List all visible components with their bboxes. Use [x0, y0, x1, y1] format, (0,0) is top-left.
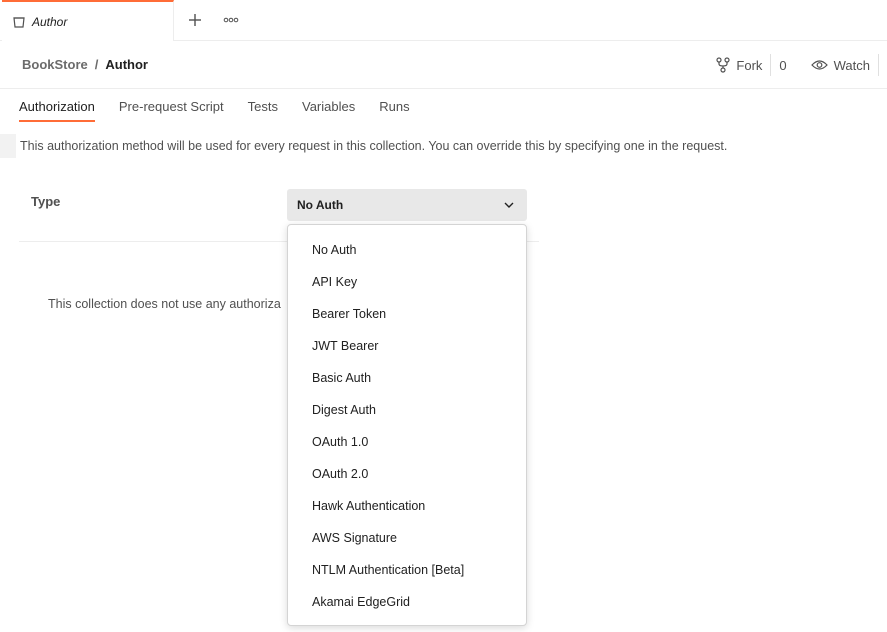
collection-icon [12, 15, 26, 29]
option-basic-auth[interactable]: Basic Auth [288, 362, 526, 394]
watch-label: Watch [833, 57, 870, 73]
option-oauth-1[interactable]: OAuth 1.0 [288, 426, 526, 458]
plus-icon [189, 14, 201, 26]
watch-button[interactable]: Watch [810, 57, 870, 73]
option-aws-signature[interactable]: AWS Signature [288, 522, 526, 554]
tab-authorization[interactable]: Authorization [19, 90, 95, 122]
collection-tabs: Authorization Pre-request Script Tests V… [19, 90, 434, 122]
chevron-down-icon [504, 202, 514, 208]
breadcrumb-separator: / [94, 57, 99, 72]
option-bearer-token[interactable]: Bearer Token [288, 298, 526, 330]
fork-count[interactable]: 0 [770, 54, 787, 76]
divider [878, 54, 879, 76]
tab-bar: Author [0, 0, 887, 41]
auth-type-selected: No Auth [297, 198, 344, 212]
breadcrumb-parent[interactable]: BookStore [22, 57, 88, 72]
tab-tests[interactable]: Tests [248, 90, 278, 122]
type-label: Type [31, 194, 61, 209]
option-no-auth[interactable]: No Auth [288, 234, 526, 266]
tab-runs[interactable]: Runs [379, 90, 409, 122]
option-hawk-authentication[interactable]: Hawk Authentication [288, 490, 526, 522]
no-auth-info-text: This collection does not use any authori… [48, 297, 281, 311]
fork-icon [716, 57, 731, 73]
tab-variables[interactable]: Variables [302, 90, 355, 122]
tab-author[interactable]: Author [2, 0, 174, 41]
option-oauth-2[interactable]: OAuth 2.0 [288, 458, 526, 490]
help-marker [0, 134, 16, 158]
auth-type-select[interactable]: No Auth [287, 189, 527, 221]
more-tabs-button[interactable] [220, 10, 242, 30]
option-akamai-edgegrid[interactable]: Akamai EdgeGrid [288, 586, 526, 618]
option-api-key[interactable]: API Key [288, 266, 526, 298]
fork-label: Fork [736, 57, 763, 73]
fork-button[interactable]: Fork [716, 57, 762, 73]
more-icon [223, 17, 239, 23]
option-ntlm-authentication[interactable]: NTLM Authentication [Beta] [288, 554, 526, 586]
auth-help-text: This authorization method will be used f… [20, 139, 728, 153]
tab-pre-request-script[interactable]: Pre-request Script [119, 90, 224, 122]
new-tab-button[interactable] [185, 10, 205, 30]
breadcrumb: BookStore / Author [22, 57, 148, 72]
eye-icon [810, 60, 828, 70]
option-jwt-bearer[interactable]: JWT Bearer [288, 330, 526, 362]
header-actions: Fork 0 Watch [716, 54, 879, 76]
breadcrumb-current[interactable]: Author [105, 57, 148, 72]
collection-header: BookStore / Author Fork 0 Watch [0, 41, 887, 89]
auth-type-dropdown: No Auth API Key Bearer Token JWT Bearer … [287, 224, 527, 626]
tab-label: Author [32, 14, 68, 29]
option-digest-auth[interactable]: Digest Auth [288, 394, 526, 426]
